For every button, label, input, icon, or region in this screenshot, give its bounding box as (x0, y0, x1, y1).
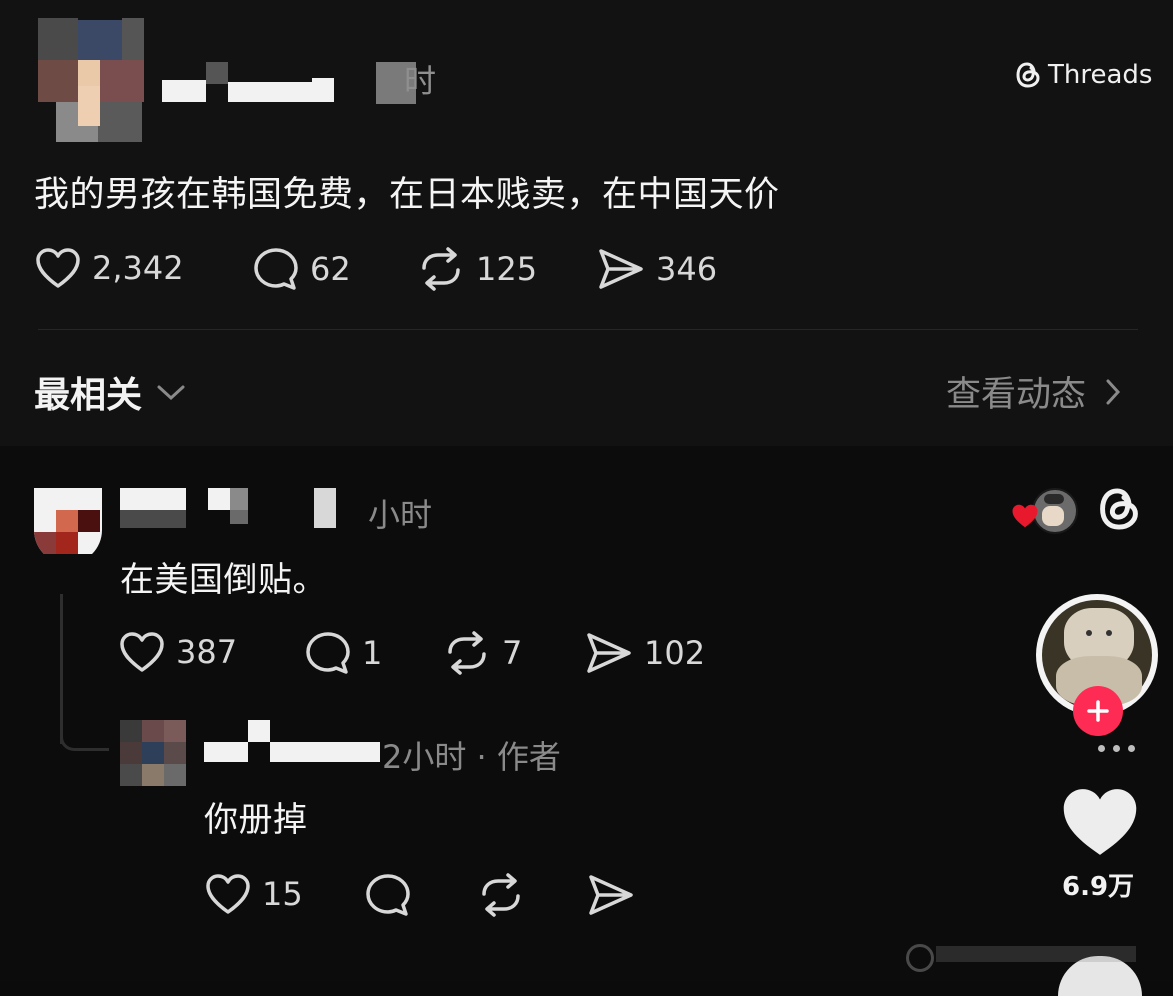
reply2-reply-button[interactable] (364, 872, 412, 918)
reply1-like-count: 387 (176, 633, 238, 671)
plus-icon (1085, 698, 1111, 724)
threads-logo-icon (1014, 60, 1042, 90)
reply1-text: 在美国倒贴。 (120, 560, 327, 600)
repost-icon (476, 872, 526, 918)
liked-by-avatars[interactable] (1010, 488, 1078, 534)
chevron-down-icon (156, 382, 186, 402)
send-icon (586, 872, 636, 918)
repost-icon (442, 630, 492, 676)
reply1-reply-button[interactable]: 1 (304, 630, 382, 676)
threads-label: Threads (1048, 60, 1153, 90)
sort-dropdown[interactable]: 最相关 (34, 366, 186, 418)
comment-icon (364, 872, 412, 918)
comment-icon (252, 246, 300, 292)
watermark (906, 936, 1146, 972)
threads-brand[interactable]: Threads (1014, 60, 1152, 90)
sort-label: 最相关 (34, 375, 143, 416)
view-activity-link[interactable]: 查看动态 (946, 366, 1122, 417)
reply1-avatar[interactable] (34, 488, 102, 564)
post-divider (38, 329, 1138, 330)
reply1-share-count: 102 (644, 634, 706, 672)
post-repost-button[interactable]: 125 (416, 246, 537, 292)
more-options-icon[interactable] (1098, 745, 1135, 752)
post-repost-count: 125 (476, 250, 538, 288)
heart-filled-icon (1058, 784, 1142, 860)
comment-icon (304, 630, 352, 676)
reply2-author-name-redacted[interactable] (204, 720, 380, 766)
heart-icon (34, 246, 82, 290)
reply1-time: 小时 (368, 496, 433, 534)
reply2-share-button[interactable] (586, 872, 636, 918)
reply2-avatar[interactable] (120, 720, 186, 786)
reply2-meta: 2小时 · 作者 (382, 738, 561, 776)
post-like-count: 2,342 (92, 249, 184, 287)
repost-icon (416, 246, 466, 292)
video-like-button[interactable] (1058, 784, 1142, 864)
reply2-like-button[interactable]: 15 (204, 872, 303, 916)
post-author-avatar[interactable] (30, 18, 144, 142)
reply1-reply-count: 1 (362, 634, 383, 672)
reply2-repost-button[interactable] (476, 872, 526, 918)
send-icon (596, 246, 646, 292)
reply1-like-button[interactable]: 387 (118, 630, 237, 674)
post-reply-count: 62 (310, 250, 351, 288)
video-like-count: 6.9万 (1062, 872, 1135, 902)
post-share-count: 346 (656, 250, 718, 288)
reply2-text: 你册掉 (204, 800, 308, 840)
post-reply-button[interactable]: 62 (252, 246, 351, 292)
post-time: 时 (404, 62, 437, 100)
post-like-button[interactable]: 2,342 (34, 246, 184, 290)
reply2-like-count: 15 (262, 875, 303, 913)
red-heart-icon (1010, 502, 1040, 530)
post-author-name-redacted[interactable] (162, 62, 338, 104)
reply1-share-button[interactable]: 102 (584, 630, 705, 676)
reply1-repost-count: 7 (502, 634, 523, 672)
post-text: 我的男孩在韩国免费，在日本贱卖，在中国天价 (34, 175, 780, 215)
reply1-author-name-redacted[interactable] (120, 488, 368, 532)
heart-icon (204, 872, 252, 916)
follow-button[interactable] (1073, 686, 1123, 736)
reply1-repost-button[interactable]: 7 (442, 630, 522, 676)
post-share-button[interactable]: 346 (596, 246, 717, 292)
send-icon (584, 630, 634, 676)
threads-app-icon[interactable] (1096, 484, 1142, 534)
thread-connector (60, 700, 109, 751)
view-activity-label: 查看动态 (946, 375, 1087, 415)
chevron-right-icon (1104, 377, 1122, 407)
heart-icon (118, 630, 166, 674)
